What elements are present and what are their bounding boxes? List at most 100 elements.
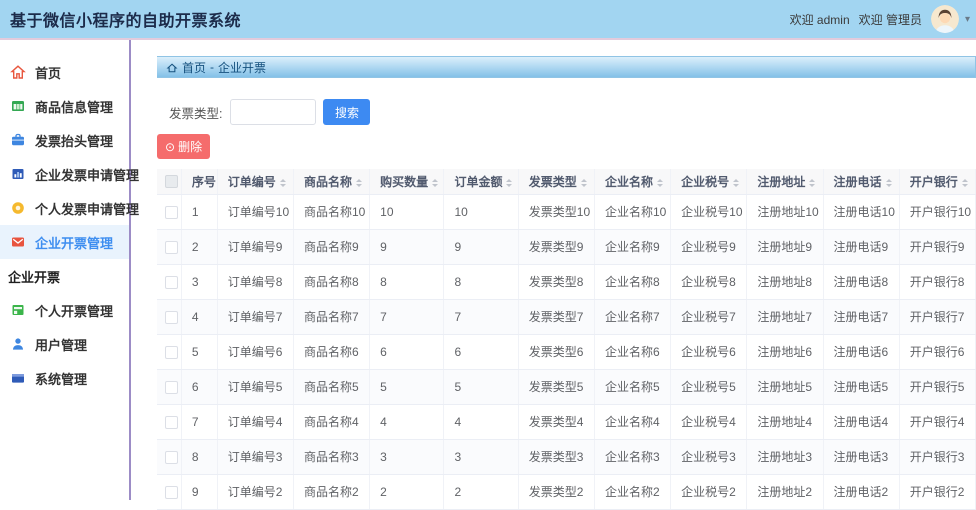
table-cell: 发票类型3: [518, 439, 595, 475]
sidebar-item-0[interactable]: 首页: [0, 55, 129, 89]
table-cell: 注册电话2: [823, 474, 900, 510]
row-checkbox[interactable]: [165, 345, 178, 359]
avatar[interactable]: [930, 5, 959, 33]
row-checkbox[interactable]: [165, 380, 178, 394]
column-header-label: 购买数量: [380, 174, 429, 189]
select-all-checkbox[interactable]: [165, 175, 178, 189]
table-cell: 企业名称7: [594, 299, 672, 335]
column-header-label: 商品名称: [303, 174, 352, 189]
row-checkbox[interactable]: [165, 450, 178, 464]
table-cell: 注册地址3: [746, 439, 824, 475]
row-checkbox[interactable]: [165, 205, 178, 219]
table-cell: 注册地址10: [746, 194, 824, 230]
table-cell: 企业名称8: [594, 264, 672, 300]
sort-caret-icon[interactable]: [657, 176, 663, 190]
table-cell: 7: [443, 299, 519, 335]
orders-table: 序号 订单编号 商品名称 购买数量 订单金额 发票类型 企业名称 企业税号 注册地址 注册电话 开户…: [157, 169, 976, 510]
table-cell: 5: [443, 369, 519, 405]
column-header-1[interactable]: 订单编号: [217, 169, 294, 195]
row-select-cell: [157, 334, 182, 370]
table-cell: 5: [181, 334, 218, 370]
table-cell: 7: [181, 404, 218, 440]
row-checkbox[interactable]: [165, 415, 178, 429]
row-select-cell: [157, 474, 182, 510]
table-cell: 开户银行9: [899, 229, 976, 265]
column-header-7[interactable]: 企业税号: [670, 169, 748, 195]
sidebar-item-label: 企业发票申请管理: [35, 167, 140, 183]
sidebar-item-5[interactable]: 企业开票管理: [0, 225, 129, 259]
breadcrumb-current: 企业开票: [218, 60, 267, 75]
table-header-row: 序号 订单编号 商品名称 购买数量 订单金额 发票类型 企业名称 企业税号 注册地址 注册电话 开户…: [157, 169, 976, 195]
sort-caret-icon[interactable]: [506, 176, 513, 190]
delete-button-label: 删除: [178, 140, 203, 154]
table-cell: 商品名称3: [293, 439, 371, 475]
table-cell: 注册电话4: [823, 404, 900, 440]
table-cell: 发票类型6: [518, 334, 595, 370]
row-checkbox[interactable]: [165, 275, 178, 289]
table-cell: 商品名称5: [293, 369, 371, 405]
sidebar-item-4[interactable]: 个人发票申请管理: [0, 191, 139, 225]
sidebar-item-8[interactable]: 用户管理: [0, 327, 129, 361]
sort-caret-icon[interactable]: [580, 176, 587, 190]
table-cell: 注册电话6: [823, 334, 900, 370]
sort-caret-icon[interactable]: [733, 176, 740, 190]
sort-caret-icon[interactable]: [961, 176, 968, 190]
invoice-type-label: 发票类型:: [169, 106, 223, 121]
table-cell: 10: [369, 194, 445, 230]
table-cell: 注册电话5: [823, 369, 900, 405]
table-cell: 6: [181, 369, 218, 405]
sort-caret-icon[interactable]: [279, 176, 286, 190]
table-cell: 商品名称4: [293, 404, 371, 440]
column-header-4[interactable]: 订单金额: [443, 169, 519, 195]
column-header-5[interactable]: 发票类型: [518, 169, 595, 195]
table-cell: 1: [181, 194, 218, 230]
table-cell: 注册地址8: [746, 264, 824, 300]
user-icon: [10, 336, 26, 352]
sidebar-item-label: 个人开票管理: [35, 303, 114, 319]
search-toolbar: 发票类型: 搜索: [157, 99, 976, 125]
table-cell: 注册地址6: [746, 334, 824, 370]
briefcase-icon: [10, 132, 26, 148]
sidebar-item-label: 个人发票申请管理: [35, 201, 140, 217]
table-cell: 订单编号8: [217, 264, 294, 300]
table-cell: 注册电话10: [823, 194, 900, 230]
sidebar-item-3[interactable]: 企业发票申请管理: [0, 157, 139, 191]
table-cell: 企业税号7: [670, 299, 748, 335]
delete-circle-icon: ⊙: [165, 139, 176, 154]
search-button[interactable]: 搜索: [323, 99, 371, 125]
table-cell: 企业名称4: [594, 404, 672, 440]
table-cell: 企业税号2: [670, 474, 748, 510]
table-cell: 开户银行3: [899, 439, 976, 475]
row-checkbox[interactable]: [165, 240, 178, 254]
table-cell: 8: [369, 264, 445, 300]
sidebar-item-2[interactable]: 发票抬头管理: [0, 123, 129, 157]
table-cell: 订单编号3: [217, 439, 294, 475]
home-icon: [166, 62, 178, 74]
sort-caret-icon[interactable]: [885, 176, 892, 190]
column-header-9[interactable]: 注册电话: [823, 169, 900, 195]
column-header-10[interactable]: 开户银行: [899, 169, 976, 195]
row-checkbox[interactable]: [165, 310, 178, 324]
sort-caret-icon[interactable]: [355, 176, 362, 190]
sidebar-item-7[interactable]: 个人开票管理: [0, 293, 129, 327]
column-header-3[interactable]: 购买数量: [369, 169, 445, 195]
table-cell: 2: [181, 229, 218, 265]
column-header-2[interactable]: 商品名称: [293, 169, 371, 195]
table-cell: 10: [443, 194, 519, 230]
sidebar-item-1[interactable]: 商品信息管理: [0, 89, 129, 123]
sidebar-item-9[interactable]: 系统管理: [0, 361, 129, 395]
chevron-down-icon[interactable]: ▾: [965, 14, 970, 25]
table-row: 4 订单编号7 商品名称7 7 7 发票类型7 企业名称7 企业税号7 注册地址7 注册电话7 开户…: [157, 299, 976, 335]
row-checkbox[interactable]: [165, 485, 178, 499]
table-cell: 发票类型8: [518, 264, 595, 300]
sort-caret-icon[interactable]: [809, 176, 816, 190]
column-header-6[interactable]: 企业名称: [594, 169, 672, 195]
app-title: 基于微信小程序的自助开票系统: [10, 13, 242, 30]
column-header-8[interactable]: 注册地址: [746, 169, 824, 195]
breadcrumb-home[interactable]: 首页: [182, 59, 206, 76]
table-cell: 发票类型9: [518, 229, 595, 265]
data-table: 序号 订单编号 商品名称 购买数量 订单金额 发票类型 企业名称 企业税号 注册地址 注册电话 开户…: [157, 169, 976, 510]
invoice-type-input[interactable]: [230, 99, 317, 125]
delete-button[interactable]: ⊙ 删除: [157, 134, 211, 159]
sort-caret-icon[interactable]: [432, 176, 439, 190]
